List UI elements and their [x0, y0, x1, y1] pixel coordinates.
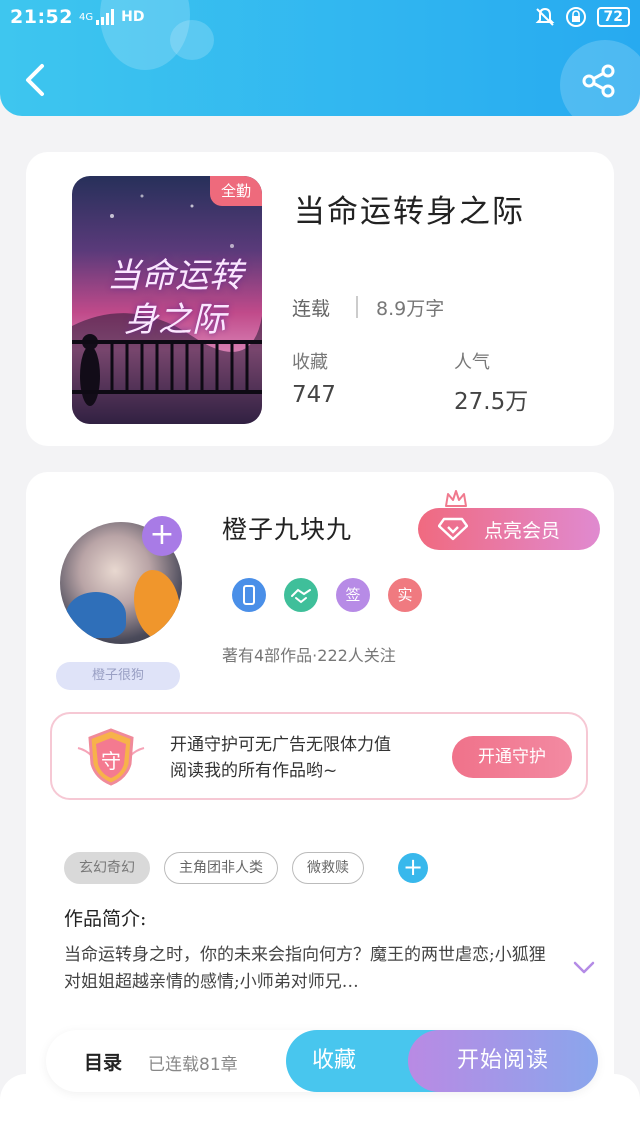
cover-railing [72, 340, 262, 394]
network-label: 4G [78, 11, 94, 23]
add-tag-button[interactable]: + [398, 853, 428, 883]
guard-description: 开通守护可无广告无限体力值 阅读我的所有作品哟~ [170, 732, 391, 784]
stat-favorites-label: 收藏 [292, 352, 328, 373]
guard-promo-box: 守 开通守护可无广告无限体力值 阅读我的所有作品哟~ 开通守护 [50, 712, 588, 800]
back-icon[interactable] [20, 62, 52, 98]
book-title: 当命运转身之际 [294, 194, 525, 230]
header-bar: 21:52 4G HD 72 [0, 0, 640, 116]
author-stats: 著有4部作品·222人关注 [222, 646, 396, 665]
intro-heading: 作品简介: [64, 908, 147, 930]
status-bar: 21:52 4G HD 72 [0, 0, 640, 34]
avatar-tag: 橙子很狗 [56, 662, 180, 690]
vip-button[interactable]: 点亮会员 [418, 508, 600, 550]
serial-status: 连载 [292, 298, 331, 320]
chevron-down-icon[interactable] [572, 960, 596, 976]
open-guard-button[interactable]: 开通守护 [452, 736, 572, 778]
handshake-badge-icon [284, 578, 318, 612]
start-reading-button[interactable]: 开始阅读 [408, 1030, 598, 1092]
chapter-count: 已连载81章 [148, 1055, 238, 1075]
follow-author-button[interactable]: + [142, 516, 182, 556]
table-of-contents-button[interactable]: 目录 [84, 1048, 122, 1075]
word-count: 8.9万字 [376, 298, 445, 320]
stat-favorites-value: 747 [292, 382, 336, 408]
guard-line-1: 开通守护可无广告无限体力值 [170, 735, 391, 755]
avatar-koi-decoration [134, 570, 180, 640]
author-badges: 签 实 [232, 578, 422, 612]
vip-button-label: 点亮会员 [484, 519, 561, 542]
book-info-card: 全勤 当命运转身之际 当命运转身之际 连载 8.9万字 收藏 747 人气 27… [26, 152, 614, 446]
genre-tags: 玄幻奇幻 主角团非人类 微救赎 + [64, 852, 428, 884]
book-cover[interactable]: 全勤 当命运转身之际 [72, 176, 262, 424]
meta-divider [356, 296, 358, 318]
intro-text: 当命运转身之时，你的未来会指向何方？魔王的两世虐恋;小狐狸对姐姐超越亲情的感情;… [64, 945, 546, 992]
share-icon[interactable] [582, 64, 616, 98]
sign-badge-icon: 签 [336, 578, 370, 612]
lock-icon [565, 7, 586, 27]
guard-line-2: 阅读我的所有作品哟~ [170, 761, 338, 781]
crown-icon [445, 490, 467, 507]
full-attendance-badge: 全勤 [210, 176, 262, 206]
cover-title: 当命运转身之际 [107, 256, 243, 340]
hd-label: HD [121, 9, 145, 25]
avatar-wave-decoration [66, 592, 126, 638]
tag-item[interactable]: 主角团非人类 [164, 852, 278, 884]
guard-shield-icon: 守 [77, 728, 145, 786]
stat-popularity-value: 27.5万 [454, 389, 529, 415]
bell-muted-icon [535, 7, 554, 26]
status-time: 21:52 [10, 6, 73, 28]
diamond-icon [438, 517, 468, 541]
tag-item[interactable]: 微救赎 [292, 852, 364, 884]
signal-icon [96, 9, 115, 25]
stat-popularity-label: 人气 [454, 352, 490, 373]
phone-badge-icon [232, 578, 266, 612]
guard-shield-char: 守 [101, 749, 121, 773]
bottom-action-bar: 目录 已连载81章 收藏 开始阅读 [46, 1030, 598, 1092]
verified-badge-icon: 实 [388, 578, 422, 612]
tag-item[interactable]: 玄幻奇幻 [64, 852, 150, 884]
battery-level: 72 [596, 7, 630, 27]
author-name: 橙子九块九 [222, 515, 353, 544]
